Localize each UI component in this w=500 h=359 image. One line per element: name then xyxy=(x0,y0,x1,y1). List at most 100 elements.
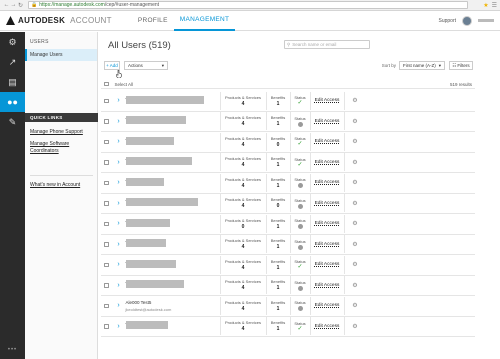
actions-dropdown[interactable]: Actions ▾ xyxy=(124,61,168,70)
row-checkbox[interactable] xyxy=(104,303,109,308)
users-icon[interactable]: ●● xyxy=(0,92,25,112)
edit-access-link[interactable]: Edit Access xyxy=(309,112,344,131)
gear-icon[interactable]: ⚙ xyxy=(343,317,366,336)
chevron-right-icon[interactable]: › xyxy=(115,282,123,289)
user-name-cell[interactable]: A xyxy=(125,153,220,171)
bookmark-star-icon[interactable]: ★ xyxy=(483,2,488,9)
row-checkbox[interactable] xyxy=(104,242,109,247)
gear-icon[interactable]: ⚙ xyxy=(343,255,366,274)
table-row[interactable]: › Ale000 Test5 jkeoldtest@autodesk.com Prod… xyxy=(101,296,475,317)
user-name-cell[interactable]: A xyxy=(125,215,220,233)
sidebar-item-manage-users[interactable]: Manage Users xyxy=(25,49,97,61)
user-name-redacted[interactable] xyxy=(478,19,494,22)
gear-icon[interactable]: ⚙ xyxy=(343,112,366,131)
monitor-icon[interactable]: ▤ xyxy=(0,72,25,92)
edit-access-link[interactable]: Edit Access xyxy=(309,91,344,110)
quick-link-manage-software[interactable]: Manage Software xyxy=(30,141,69,147)
edit-access-link[interactable]: Edit Access xyxy=(309,235,344,254)
gear-icon[interactable]: ⚙ xyxy=(343,91,366,110)
products-icon[interactable]: ⚙ xyxy=(0,32,25,52)
tab-management[interactable]: MANAGEMENT xyxy=(173,11,236,31)
table-row[interactable]: ›AProducts & Services4Benefits1StatusEdi… xyxy=(101,276,475,296)
table-row[interactable]: ›AProducts & Services4Benefits1StatusEdi… xyxy=(101,235,475,255)
forward-icon[interactable]: → xyxy=(10,2,17,9)
edit-access-link[interactable]: Edit Access xyxy=(309,255,344,274)
autodesk-logo[interactable]: AUTODESK ACCOUNT xyxy=(6,16,112,25)
user-name-cell[interactable]: A xyxy=(125,92,220,110)
row-checkbox[interactable] xyxy=(104,221,109,226)
table-row[interactable]: ›AProducts & Services4Benefits1StatusEdi… xyxy=(101,112,475,132)
quick-link-phone-support[interactable]: Manage Phone Support xyxy=(30,129,83,135)
edit-access-link[interactable]: Edit Access xyxy=(309,296,344,315)
chevron-right-icon[interactable]: › xyxy=(115,138,123,145)
chevron-right-icon[interactable]: › xyxy=(115,261,123,268)
row-checkbox[interactable] xyxy=(104,160,109,165)
user-name-cell[interactable]: A xyxy=(125,194,220,212)
gear-icon[interactable]: ⚙ xyxy=(343,296,366,315)
table-row[interactable]: ›AProducts & Services4Benefits0Status✓Ed… xyxy=(101,132,475,153)
row-checkbox[interactable] xyxy=(104,119,109,124)
edit-access-link[interactable]: Edit Access xyxy=(309,173,344,192)
sort-dropdown[interactable]: First name (A-Z) ▾ xyxy=(399,61,445,70)
row-checkbox[interactable] xyxy=(104,139,109,144)
edit-access-link[interactable]: Edit Access xyxy=(309,214,344,233)
back-icon[interactable]: ← xyxy=(3,2,10,9)
gear-icon[interactable]: ⚙ xyxy=(343,132,366,151)
user-name-cell[interactable]: Ale000 Test5 jkeoldtest@autodesk.com xyxy=(126,297,220,315)
table-row[interactable]: ›AProducts & Services4Benefits0StatusEdi… xyxy=(101,194,475,214)
chevron-right-icon[interactable]: › xyxy=(115,118,123,125)
search-input[interactable]: ⚲ Search name or email xyxy=(284,40,370,49)
gear-icon[interactable]: ⚙ xyxy=(343,235,366,254)
support-menu[interactable]: Support xyxy=(438,18,456,24)
table-row[interactable]: ›AProducts & Services4Benefits1Status✓Ed… xyxy=(101,317,475,337)
address-bar[interactable]: 🔒 https://manage.autodesk.com/cep/#user-… xyxy=(28,1,468,9)
chevron-right-icon[interactable]: › xyxy=(115,323,123,330)
row-checkbox[interactable] xyxy=(104,283,109,288)
row-checkbox[interactable] xyxy=(104,324,109,329)
avatar[interactable] xyxy=(462,15,472,26)
edit-access-link[interactable]: Edit Access xyxy=(309,132,344,151)
row-checkbox[interactable] xyxy=(104,98,109,103)
chevron-right-icon[interactable]: › xyxy=(115,241,123,248)
table-row[interactable]: ›AProducts & Services4Benefits1StatusEdi… xyxy=(101,173,475,194)
chevron-right-icon[interactable]: › xyxy=(115,179,123,186)
gear-icon[interactable]: ⚙ xyxy=(343,276,366,295)
row-checkbox[interactable] xyxy=(104,262,109,267)
gear-icon[interactable]: ⚙ xyxy=(343,214,366,233)
gear-icon[interactable]: ⚙ xyxy=(343,153,366,172)
user-name-cell[interactable]: A xyxy=(125,174,220,192)
user-name-cell[interactable]: A xyxy=(125,112,220,130)
quick-link-coordinators[interactable]: Coordinators xyxy=(30,148,59,154)
chevron-right-icon[interactable]: › xyxy=(115,200,123,207)
row-checkbox[interactable] xyxy=(104,180,109,185)
gear-icon[interactable]: ⚙ xyxy=(343,194,366,213)
edit-access-link[interactable]: Edit Access xyxy=(309,276,344,295)
chevron-right-icon[interactable]: › xyxy=(115,302,123,309)
gear-icon[interactable]: ⚙ xyxy=(343,173,366,192)
menu-icon[interactable]: ☰ xyxy=(492,2,497,9)
user-name-cell[interactable]: A xyxy=(125,317,220,335)
filters-button[interactable]: ☷ Filters xyxy=(449,61,473,70)
user-name-cell[interactable]: A xyxy=(125,276,220,294)
more-icon[interactable]: ••• xyxy=(0,347,25,353)
edit-access-link[interactable]: Edit Access xyxy=(309,317,344,336)
reload-icon[interactable]: ↻ xyxy=(17,2,24,9)
usage-icon[interactable]: ↗ xyxy=(0,52,25,72)
add-user-button[interactable]: + Add xyxy=(104,61,120,70)
tab-profile[interactable]: PROFILE xyxy=(132,11,174,31)
user-name[interactable]: Ale000 Test5 xyxy=(126,300,152,305)
chevron-right-icon[interactable]: › xyxy=(115,97,123,104)
user-name-cell[interactable]: A xyxy=(125,256,220,274)
table-row[interactable]: ›AProducts & Services0Benefits1StatusEdi… xyxy=(101,214,475,235)
chevron-right-icon[interactable]: › xyxy=(115,220,123,227)
edit-access-link[interactable]: Edit Access xyxy=(309,153,344,172)
select-all-checkbox[interactable] xyxy=(104,81,109,87)
user-name-cell[interactable]: A xyxy=(125,133,220,151)
table-row[interactable]: ›AProducts & Services4Benefits1Status✓Ed… xyxy=(101,255,475,276)
user-name-cell[interactable]: A xyxy=(125,235,220,253)
whats-new-link[interactable]: What's new in Account xyxy=(30,182,80,188)
table-row[interactable]: ›AProducts & Services4Benefits1Status✓Ed… xyxy=(101,153,475,173)
edit-access-link[interactable]: Edit Access xyxy=(309,194,344,213)
table-row[interactable]: ›AProducts & Services4Benefits1Status✓Ed… xyxy=(101,91,475,112)
row-checkbox[interactable] xyxy=(104,201,109,206)
